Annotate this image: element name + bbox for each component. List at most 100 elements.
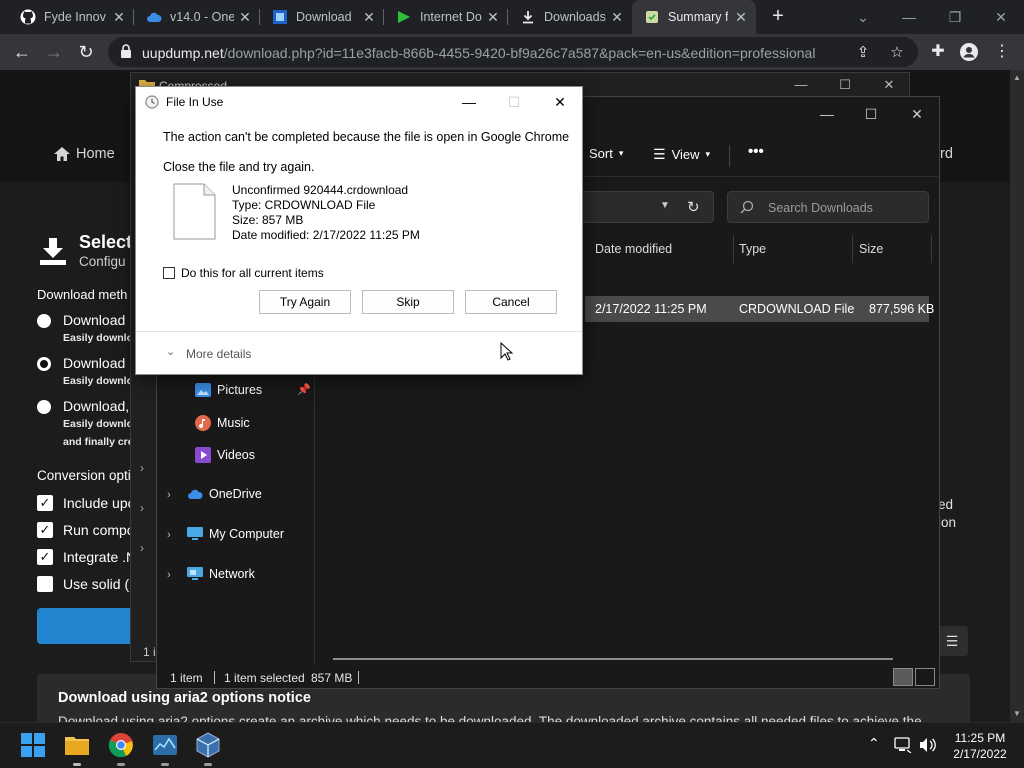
tab-idm[interactable]: Internet Do ✕ (384, 0, 508, 34)
menu-icon[interactable]: ⋮ (988, 38, 1016, 66)
nav-right-link[interactable]: rd (940, 146, 953, 162)
tab-download[interactable]: Download ✕ (260, 0, 384, 34)
download-option-1-radio[interactable] (37, 314, 51, 328)
status-separator (358, 671, 359, 684)
tiles-view-icon[interactable] (915, 668, 935, 686)
address-bar[interactable]: uupdump.net/download.php?id=11e3facb-866… (108, 37, 918, 67)
task-manager-icon[interactable] (152, 732, 178, 758)
maximize-icon[interactable]: ☐ (823, 77, 867, 97)
windows-start-icon[interactable] (20, 732, 46, 758)
refresh-icon[interactable]: ↻ (687, 198, 700, 216)
column-separator[interactable] (733, 235, 734, 263)
column-header-type[interactable]: Type (739, 242, 766, 256)
chevron-up-icon[interactable]: ⌃ (868, 735, 880, 752)
tab-onedrive[interactable]: v14.0 - One ✕ (134, 0, 260, 34)
apply-all-label[interactable]: Do this for all current items (181, 266, 324, 280)
column-header-date[interactable]: Date modified (595, 242, 672, 256)
running-indicator (73, 763, 81, 766)
new-tab-button[interactable]: + (767, 6, 789, 28)
try-again-button[interactable]: Try Again (259, 290, 351, 314)
search-icon (740, 200, 754, 214)
nav-item-mycomputer[interactable]: My Computer (187, 527, 284, 541)
sort-button[interactable]: Sort ▾ (589, 146, 623, 161)
chevron-right-icon[interactable]: › (167, 529, 171, 541)
close-icon[interactable]: ✕ (486, 10, 500, 24)
skip-button[interactable]: Skip (362, 290, 454, 314)
more-details-toggle[interactable]: More details (186, 347, 251, 361)
apply-all-checkbox[interactable] (163, 267, 175, 279)
forward-icon[interactable]: → (40, 38, 68, 66)
close-icon[interactable]: ✕ (238, 10, 252, 24)
page-scrollbar[interactable]: ▲ ▼ (1010, 70, 1024, 726)
tab-github[interactable]: Fyde Innov ✕ (8, 0, 134, 34)
file-explorer-icon[interactable] (64, 732, 90, 758)
reload-icon[interactable]: ↻ (72, 38, 100, 66)
search-input[interactable]: Search Downloads (727, 191, 929, 223)
minimize-icon[interactable]: — (455, 91, 483, 113)
chevron-right-icon[interactable]: › (167, 569, 171, 581)
close-icon[interactable]: ✕ (546, 91, 574, 113)
create-download-button[interactable] (37, 608, 137, 644)
tab-summary[interactable]: Summary f ✕ (632, 0, 756, 34)
share-icon[interactable]: ⇪ (852, 42, 874, 64)
volume-icon[interactable] (919, 737, 937, 753)
close-icon[interactable]: ✕ (895, 103, 939, 125)
profile-icon[interactable] (955, 38, 983, 66)
nav-item-music[interactable]: Music (195, 415, 250, 431)
nav-item-onedrive[interactable]: OneDrive (187, 487, 262, 501)
download-option-3-radio[interactable] (37, 400, 51, 414)
tab-downloads[interactable]: Downloads ✕ (508, 0, 632, 34)
system-clock[interactable]: 11:25 PM 2/17/2022 (948, 730, 1012, 762)
column-header-size[interactable]: Size (859, 242, 883, 256)
conversion-3-checkbox[interactable]: ✓ (37, 549, 53, 565)
nav-item-network[interactable]: Network (187, 567, 255, 581)
chevron-right-icon[interactable]: › (167, 489, 171, 501)
conversion-2-checkbox[interactable]: ✓ (37, 522, 53, 538)
chevron-right-icon[interactable]: › (140, 541, 144, 555)
tab-search-icon[interactable]: ⌄ (840, 4, 886, 30)
chevron-right-icon[interactable]: › (140, 501, 144, 515)
view-button[interactable]: ☰ View ▾ (653, 146, 710, 163)
column-separator[interactable] (931, 235, 932, 263)
restore-icon[interactable]: ❐ (932, 4, 978, 30)
chevron-down-icon[interactable]: ▼ (660, 200, 670, 211)
minimize-icon[interactable]: — (886, 4, 932, 30)
chrome-icon[interactable] (108, 732, 134, 758)
close-icon[interactable]: ✕ (734, 10, 748, 24)
nav-home-link[interactable]: Home (54, 146, 115, 162)
cancel-button[interactable]: Cancel (465, 290, 557, 314)
close-icon[interactable]: ✕ (362, 10, 376, 24)
details-view-icon[interactable] (893, 668, 913, 686)
list-view-icon[interactable]: ☰ (936, 626, 968, 656)
network-icon[interactable] (893, 737, 913, 753)
nav-item-videos[interactable]: Videos (195, 447, 255, 463)
virtualbox-icon[interactable] (195, 732, 221, 758)
nav-item-label: Music (217, 416, 250, 430)
pin-icon[interactable]: 📌 (297, 383, 311, 396)
scroll-up-icon[interactable]: ▲ (1013, 74, 1021, 82)
file-row[interactable]: 2/17/2022 11:25 PM CRDOWNLOAD File 877,5… (585, 296, 934, 322)
scroll-down-icon[interactable]: ▼ (1013, 710, 1021, 718)
minimize-icon[interactable]: — (805, 103, 849, 125)
file-size: 877,596 KB (869, 302, 935, 316)
chevron-down-icon[interactable]: ⌄ (166, 345, 175, 358)
close-icon[interactable]: ✕ (867, 77, 911, 97)
file-date: 2/17/2022 11:25 PM (595, 302, 707, 316)
chevron-right-icon[interactable]: › (140, 461, 144, 475)
back-icon[interactable]: ← (8, 38, 36, 66)
extensions-icon[interactable]: ✚ (924, 38, 952, 66)
close-icon[interactable]: ✕ (112, 10, 126, 24)
more-options-button[interactable]: ••• (748, 143, 764, 160)
conversion-4-checkbox[interactable] (37, 576, 53, 592)
conversion-1-checkbox[interactable]: ✓ (37, 495, 53, 511)
close-icon[interactable]: ✕ (610, 10, 624, 24)
maximize-icon[interactable]: ☐ (849, 103, 893, 125)
column-separator[interactable] (852, 235, 853, 263)
bookmark-star-icon[interactable]: ☆ (886, 42, 908, 64)
close-window-icon[interactable]: ✕ (978, 4, 1024, 30)
status-selected: 1 item selected (224, 671, 305, 685)
download-option-2-radio[interactable] (37, 357, 51, 371)
minimize-icon[interactable]: — (779, 77, 823, 97)
nav-item-pictures[interactable]: Pictures (195, 383, 262, 397)
horizontal-scrollbar[interactable] (333, 658, 893, 660)
